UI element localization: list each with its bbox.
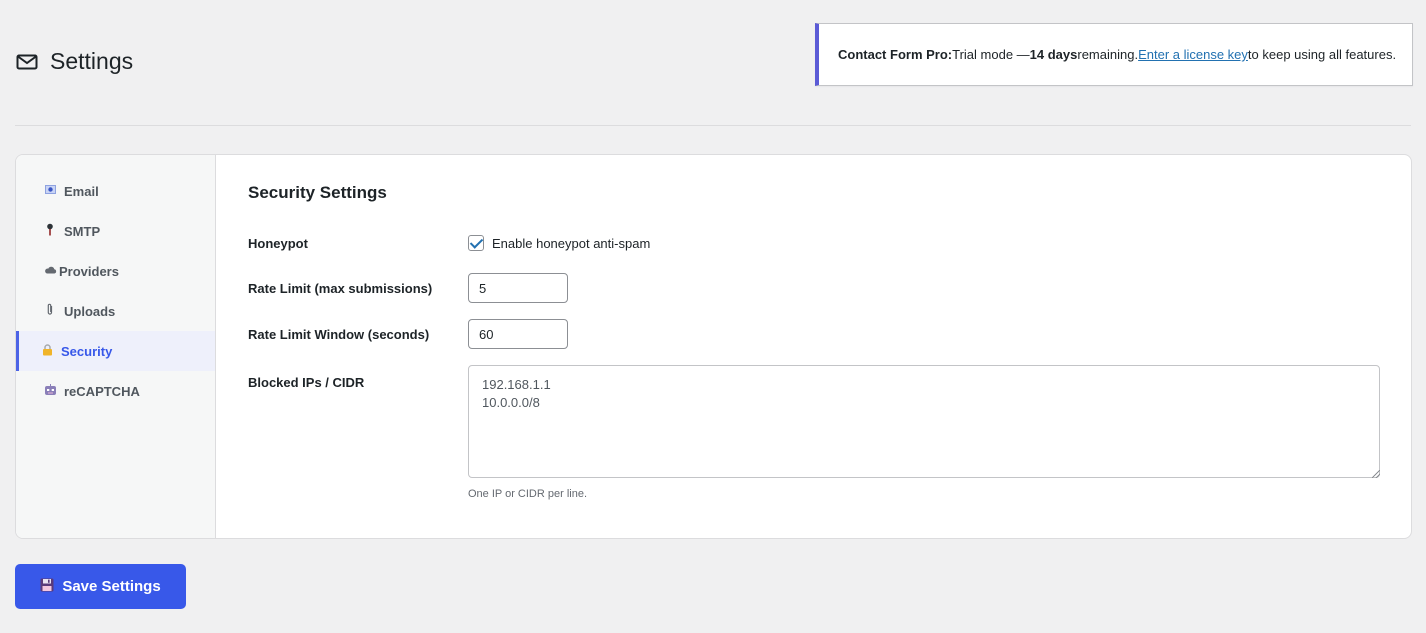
notice-days: 14 days (1029, 47, 1078, 62)
email-icon (43, 185, 57, 197)
honeypot-checkbox[interactable] (468, 235, 484, 251)
floppy-disk-icon (40, 578, 54, 596)
sidebar-item-label: Email (64, 183, 99, 199)
sidebar-item-smtp[interactable]: SMTP (16, 211, 215, 251)
rate-window-label: Rate Limit Window (seconds) (248, 326, 430, 342)
sidebar-item-label: Providers (59, 263, 119, 279)
rate-limit-row: Rate Limit (max submissions) (248, 273, 568, 303)
sidebar-item-label: Uploads (64, 303, 116, 319)
blocked-ips-label: Blocked IPs / CIDR (248, 375, 365, 390)
mail-icon (16, 54, 38, 70)
save-button-label: Save Settings (62, 578, 161, 595)
notice-text-before: Trial mode — (952, 47, 1030, 62)
rate-window-row: Rate Limit Window (seconds) (248, 319, 568, 349)
sidebar-item-providers[interactable]: Providers (16, 251, 215, 291)
header-divider (15, 125, 1411, 126)
paperclip-icon (43, 303, 57, 319)
sidebar-item-label: Security (61, 343, 113, 359)
blocked-ips-hint: One IP or CIDR per line. (468, 488, 588, 500)
trial-notice: Contact Form Pro: Trial mode — 14 days r… (815, 23, 1413, 86)
settings-panel: Email SMTP Providers Uploads Security re… (15, 154, 1412, 539)
blocked-ips-row: Blocked IPs / CIDR (248, 375, 468, 390)
rate-limit-label: Rate Limit (max submissions) (248, 280, 433, 296)
cloud-icon (43, 265, 57, 277)
security-settings-section: Security Settings Honeypot Enable honeyp… (216, 155, 1411, 538)
sidebar-item-email[interactable]: Email (16, 171, 215, 211)
license-key-link[interactable]: Enter a license key (1138, 47, 1248, 62)
sidebar-item-recaptcha[interactable]: reCAPTCHA (16, 371, 215, 411)
rate-limit-input[interactable] (468, 273, 568, 303)
notice-text-middle: remaining. (1077, 47, 1139, 62)
sidebar-item-security[interactable]: Security (16, 331, 215, 371)
sidebar-item-label: SMTP (64, 223, 101, 239)
sidebar-item-uploads[interactable]: Uploads (16, 291, 215, 331)
rate-window-input[interactable] (468, 319, 568, 349)
textarea-resize-handle[interactable] (1372, 470, 1380, 478)
honeypot-checkbox-label[interactable]: Enable honeypot anti-spam (492, 236, 650, 251)
pin-icon (43, 223, 57, 239)
settings-sidebar: Email SMTP Providers Uploads Security re… (16, 155, 216, 538)
notice-product: Contact Form Pro: (838, 47, 953, 62)
honeypot-row: Honeypot Enable honeypot anti-spam (248, 235, 650, 251)
blocked-ips-textarea[interactable]: 192.168.1.1 10.0.0.0/8 (468, 365, 1380, 478)
page-title: Settings (50, 48, 134, 74)
honeypot-control: Enable honeypot anti-spam (468, 235, 650, 251)
lock-icon (40, 343, 54, 359)
save-settings-button[interactable]: Save Settings (15, 564, 186, 609)
notice-text-after: to keep using all features. (1247, 47, 1397, 62)
honeypot-label: Honeypot (248, 235, 308, 251)
sidebar-item-label: reCAPTCHA (64, 383, 140, 399)
page-header: Settings (16, 48, 133, 75)
robot-icon (43, 383, 57, 399)
section-title: Security Settings (248, 183, 387, 202)
